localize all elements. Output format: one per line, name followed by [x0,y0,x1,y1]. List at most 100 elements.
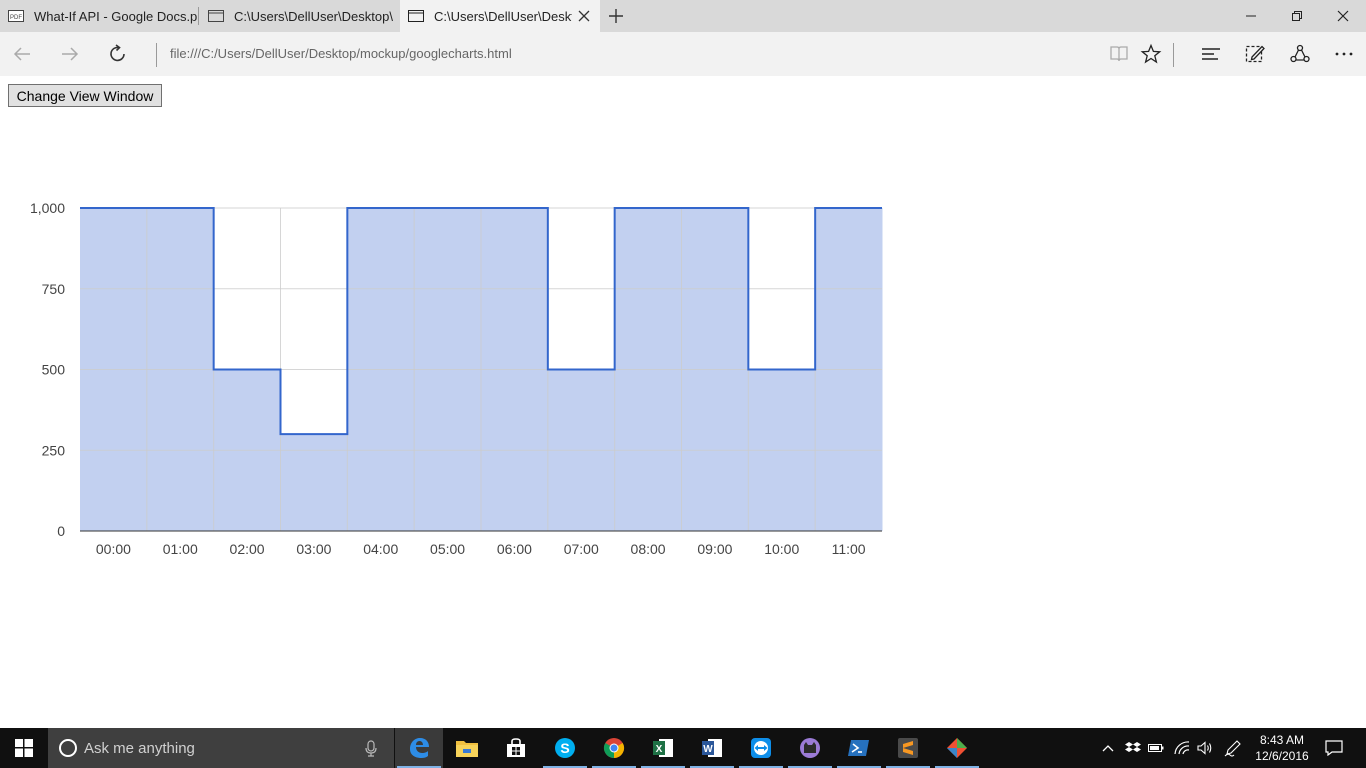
y-axis-labels: 0 250 500 750 1,000 [30,200,65,539]
reading-view-button[interactable] [1107,42,1131,66]
x-tick-label: 01:00 [163,541,198,557]
taskbar-skype[interactable]: S [541,728,589,768]
cortana-circle-icon [59,739,77,757]
powershell-icon [848,740,869,756]
x-tick-label: 11:00 [832,541,866,557]
system-clock[interactable]: 8:43 AM 12/6/2016 [1252,732,1312,764]
taskbar-teamviewer[interactable] [737,728,785,768]
tray-volume[interactable] [1195,728,1215,768]
favorites-button[interactable] [1139,42,1163,66]
microphone-icon[interactable] [364,740,378,757]
x-tick-label: 09:00 [697,541,732,557]
tab-what-if-api[interactable]: PDF What-If API - Google Docs.p [0,0,198,32]
x-tick-label: 02:00 [230,541,265,557]
excel-icon: X [653,739,673,757]
address-divider [156,43,157,67]
share-icon [1290,44,1310,63]
tray-pen[interactable] [1222,728,1244,768]
minimize-button[interactable] [1228,0,1274,32]
speaker-icon [1197,741,1212,755]
x-tick-label: 03:00 [296,541,331,557]
tab-label: What-If API - Google Docs.p [34,8,198,24]
pen-note-icon [1245,45,1265,63]
svg-text:PDF: PDF [10,15,22,21]
y-tick-label: 500 [42,362,66,378]
cortana-search-box[interactable]: Ask me anything [48,728,394,768]
toolbar-divider [1173,43,1174,67]
more-button[interactable] [1332,42,1356,66]
share-button[interactable] [1288,42,1312,66]
taskbar-store[interactable] [492,728,540,768]
wifi-icon [1174,741,1190,755]
forward-button[interactable] [58,42,82,66]
svg-text:S: S [560,740,569,756]
taskbar-file-explorer[interactable] [443,728,491,768]
x-tick-label: 06:00 [497,541,532,557]
word-icon: W [702,739,722,757]
refresh-icon [110,44,125,62]
refresh-button[interactable] [106,42,130,66]
taskbar-git[interactable] [933,728,981,768]
change-view-window-button[interactable]: Change View Window [8,84,162,107]
web-note-button[interactable] [1243,42,1267,66]
page-icon [208,10,224,22]
teamviewer-icon [751,738,771,758]
restore-button[interactable] [1274,0,1320,32]
close-tab-icon[interactable] [576,8,592,24]
close-window-button[interactable] [1320,0,1366,32]
show-hidden-icons[interactable] [1100,728,1116,768]
taskbar-chrome[interactable] [590,728,638,768]
x-tick-label: 10:00 [764,541,799,557]
windows-logo-icon [15,739,33,757]
close-icon [1337,10,1349,22]
tray-dropbox[interactable] [1124,728,1142,768]
file-explorer-icon [456,741,478,757]
taskbar: Ask me anything S X W 8:43 AM 12/6/2016 [0,728,1366,768]
restore-icon [1292,11,1302,21]
star-icon [1140,43,1162,64]
tab-strip: PDF What-If API - Google Docs.p C:\Users… [0,0,1366,32]
forward-arrow-icon [62,47,79,61]
taskbar-github[interactable] [786,728,834,768]
edge-icon [410,738,429,758]
tab-active-googlecharts[interactable]: C:\Users\DellUser\Deskt [400,0,600,32]
skype-icon: S [555,738,575,758]
hub-button[interactable] [1199,42,1223,66]
notification-icon [1325,740,1343,756]
git-icon [947,738,967,758]
minimize-icon [1246,15,1256,17]
x-tick-label: 04:00 [363,541,398,557]
start-button[interactable] [0,728,48,768]
taskbar-sublime[interactable] [884,728,932,768]
y-tick-label: 250 [42,442,66,458]
x-tick-label: 00:00 [96,541,131,557]
address-field[interactable]: file:///C:/Users/DellUser/Desktop/mockup… [170,46,512,61]
action-center-button[interactable] [1320,728,1348,768]
y-tick-label: 1,000 [30,200,65,216]
taskbar-edge[interactable] [395,728,443,768]
github-icon [800,738,820,758]
taskbar-word[interactable]: W [688,728,736,768]
x-axis-labels: 00:00 01:00 02:00 03:00 04:00 05:00 06:00 07:00… [96,541,866,557]
taskbar-powershell[interactable] [835,728,883,768]
chrome-icon [603,738,625,759]
tray-battery[interactable] [1147,728,1165,768]
tab-divider [198,7,199,25]
page-icon [408,10,424,22]
back-button[interactable] [10,42,34,66]
store-icon [507,738,525,757]
y-tick-label: 0 [57,523,65,539]
clock-date: 12/6/2016 [1255,749,1309,763]
svg-text:X: X [656,744,663,755]
taskbar-excel[interactable]: X [639,728,687,768]
x-tick-label: 05:00 [430,541,465,557]
hub-icon [1202,48,1220,60]
pdf-icon: PDF [8,10,24,22]
svg-text:W: W [703,744,713,755]
tray-wifi[interactable] [1172,728,1192,768]
chevron-up-icon [1102,745,1114,752]
clock-time: 8:43 AM [1259,733,1305,747]
tab-desktop-folder[interactable]: C:\Users\DellUser\Desktop\ [200,0,400,32]
area-step [280,434,348,531]
new-tab-icon[interactable] [606,6,626,26]
